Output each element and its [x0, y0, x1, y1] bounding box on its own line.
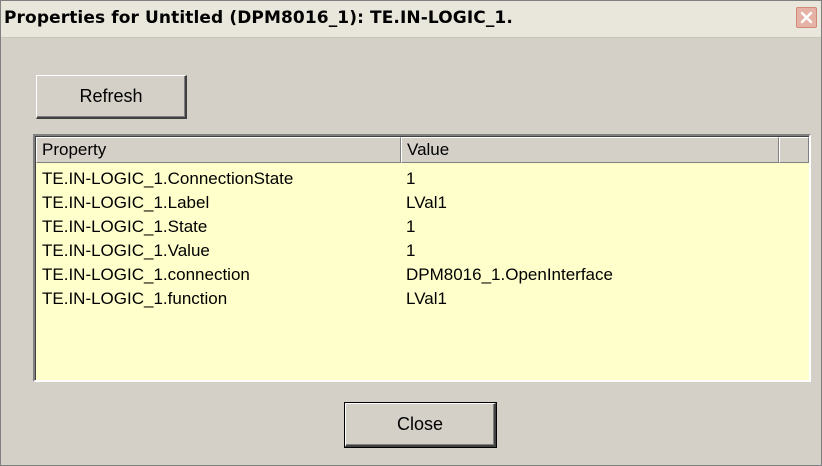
title-bar[interactable]: Properties for Untitled (DPM8016_1): TE.… [1, 1, 821, 38]
table-row[interactable]: TE.IN-LOGIC_1.State 1 [36, 215, 809, 239]
property-cell: TE.IN-LOGIC_1.Label [42, 193, 210, 212]
table-row[interactable]: TE.IN-LOGIC_1.connection DPM8016_1.OpenI… [36, 263, 809, 287]
value-cell: LVal1 [406, 193, 447, 212]
column-header-value[interactable]: Value [401, 137, 779, 163]
column-header-filler [779, 137, 809, 163]
window-title: Properties for Untitled (DPM8016_1): TE.… [4, 8, 513, 28]
property-cell: TE.IN-LOGIC_1.ConnectionState [42, 169, 294, 188]
list-header: Property Value [36, 137, 809, 163]
property-cell: TE.IN-LOGIC_1.Value [42, 241, 210, 260]
list-rows: TE.IN-LOGIC_1.ConnectionState 1 TE.IN-LO… [36, 167, 809, 311]
table-row[interactable]: TE.IN-LOGIC_1.function LVal1 [36, 287, 809, 311]
close-button[interactable]: Close [344, 402, 497, 448]
table-row[interactable]: TE.IN-LOGIC_1.ConnectionState 1 [36, 167, 809, 191]
close-icon [800, 11, 813, 24]
property-cell: TE.IN-LOGIC_1.connection [42, 265, 250, 284]
value-cell: 1 [406, 169, 416, 188]
window-close-button[interactable] [796, 7, 817, 28]
properties-dialog: Properties for Untitled (DPM8016_1): TE.… [0, 0, 822, 466]
property-cell: TE.IN-LOGIC_1.function [42, 289, 228, 308]
value-cell: 1 [406, 241, 416, 260]
table-row[interactable]: TE.IN-LOGIC_1.Label LVal1 [36, 191, 809, 215]
value-cell: DPM8016_1.OpenInterface [406, 265, 613, 284]
list-frame: Property Value TE.IN-LOGIC_1.ConnectionS… [35, 136, 809, 380]
refresh-button[interactable]: Refresh [36, 75, 187, 119]
properties-list[interactable]: Property Value TE.IN-LOGIC_1.ConnectionS… [33, 134, 811, 382]
value-cell: LVal1 [406, 289, 447, 308]
property-cell: TE.IN-LOGIC_1.State [42, 217, 208, 236]
value-cell: 1 [406, 217, 416, 236]
table-row[interactable]: TE.IN-LOGIC_1.Value 1 [36, 239, 809, 263]
column-header-property[interactable]: Property [36, 137, 401, 163]
